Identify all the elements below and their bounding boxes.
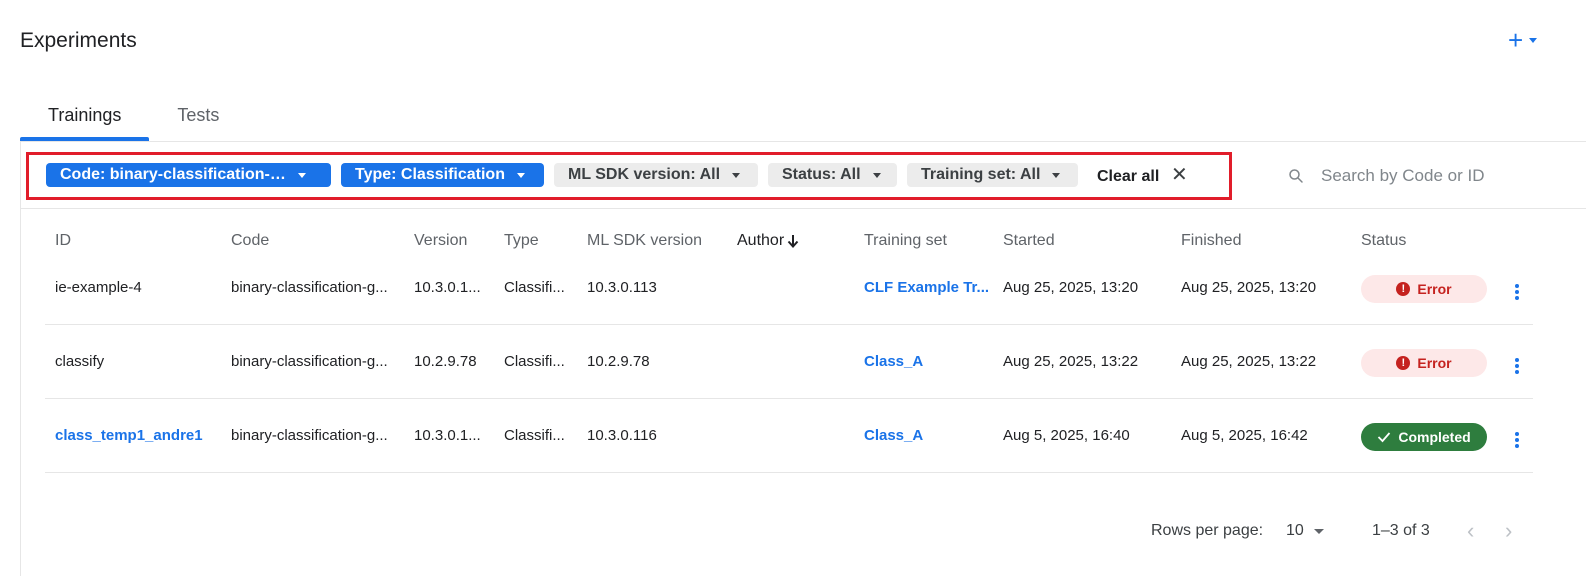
row-actions-menu-button[interactable] <box>1509 356 1525 376</box>
tab-tests[interactable]: Tests <box>149 100 247 141</box>
cell-started: Aug 25, 2025, 13:22 <box>1003 353 1139 370</box>
trainings-table: ID Code Version Type ML SDK version Auth… <box>45 209 1533 473</box>
search-input[interactable] <box>1321 166 1541 186</box>
search-box <box>1287 162 1567 190</box>
cell-finished: Aug 25, 2025, 13:20 <box>1181 279 1317 296</box>
plus-icon: + <box>1508 25 1524 55</box>
row-actions-menu-button[interactable] <box>1509 282 1525 302</box>
cell-code: binary-classification-g... <box>231 353 388 370</box>
cell-code: binary-classification-g... <box>231 427 388 444</box>
status-badge: ! Error <box>1361 349 1487 377</box>
status-badge-label: Error <box>1417 355 1452 371</box>
column-header-author-label: Author <box>737 232 785 249</box>
cell-type: Classifi... <box>504 427 565 444</box>
add-menu-button[interactable]: + <box>1508 26 1552 54</box>
pagination: Rows per page: 10 1–3 of 3 ‹ › <box>21 520 1586 546</box>
status-badge-label: Completed <box>1398 429 1471 445</box>
filter-chip-training-set[interactable]: Training set: All <box>907 163 1078 187</box>
cell-finished: Aug 5, 2025, 16:42 <box>1181 427 1308 444</box>
pagination-range: 1–3 of 3 <box>1372 522 1430 539</box>
check-icon <box>1378 432 1391 443</box>
filter-chip-label: Training set: All <box>921 166 1041 183</box>
caret-down-icon <box>516 172 525 178</box>
column-header-code[interactable]: Code <box>231 232 269 250</box>
caret-down-icon <box>1052 172 1061 178</box>
column-header-version[interactable]: Version <box>414 232 467 250</box>
filter-chip-code[interactable]: Code: binary-classification-… <box>46 163 331 187</box>
table-row[interactable]: ie-example-4 binary-classification-g... … <box>45 275 1533 325</box>
arrow-down-icon <box>787 235 799 248</box>
rows-per-page-value: 10 <box>1286 522 1304 539</box>
caret-down-icon <box>732 172 741 178</box>
cell-training-set-link[interactable]: Class_A <box>864 353 998 370</box>
filter-bar: Code: binary-classification-… Type: Clas… <box>21 142 1586 209</box>
cell-finished: Aug 25, 2025, 13:22 <box>1181 353 1317 370</box>
caret-down-icon <box>297 172 306 178</box>
clear-all-button[interactable]: Clear all <box>1097 168 1159 186</box>
column-header-started[interactable]: Started <box>1003 232 1055 250</box>
status-badge-label: Error <box>1417 281 1452 297</box>
cell-ml-sdk-version: 10.3.0.113 <box>587 279 657 296</box>
caret-down-icon <box>1313 528 1324 534</box>
caret-down-icon <box>1529 37 1538 43</box>
cell-version: 10.3.0.1... <box>414 279 481 296</box>
cell-version: 10.3.0.1... <box>414 427 481 444</box>
cell-training-set-link[interactable]: CLF Example Tr... <box>864 279 998 296</box>
column-header-id[interactable]: ID <box>55 232 71 250</box>
trainings-panel: Code: binary-classification-… Type: Clas… <box>20 141 1586 576</box>
error-icon: ! <box>1396 356 1411 370</box>
table-row[interactable]: classify binary-classification-g... 10.2… <box>45 325 1533 399</box>
cell-type: Classifi... <box>504 353 565 370</box>
filter-chip-label: Status: All <box>782 166 861 183</box>
filter-chip-ml-sdk-version[interactable]: ML SDK version: All <box>554 163 758 187</box>
filter-chip-type[interactable]: Type: Classification <box>341 163 544 187</box>
filter-chip-label: ML SDK version: All <box>568 166 721 183</box>
rows-per-page-label: Rows per page: <box>1151 522 1264 539</box>
cell-type: Classifi... <box>504 279 565 296</box>
cell-id: ie-example-4 <box>55 279 142 296</box>
filter-chip-status[interactable]: Status: All <box>768 163 897 187</box>
column-header-author[interactable]: Author <box>737 232 800 250</box>
row-actions-menu-button[interactable] <box>1509 430 1525 450</box>
column-header-status[interactable]: Status <box>1361 232 1406 250</box>
tab-bar: Trainings Tests <box>20 100 247 141</box>
cell-ml-sdk-version: 10.2.9.78 <box>587 353 650 370</box>
chevron-left-icon[interactable]: ‹ <box>1467 520 1474 542</box>
table-row[interactable]: class_temp1_andre1 binary-classification… <box>45 399 1533 473</box>
column-header-finished[interactable]: Finished <box>1181 232 1241 250</box>
tab-trainings[interactable]: Trainings <box>20 100 150 141</box>
error-icon: ! <box>1396 282 1411 296</box>
cell-id-link[interactable]: class_temp1_andre1 <box>55 427 225 444</box>
search-icon <box>1289 169 1303 183</box>
page-title: Experiments <box>20 29 137 52</box>
filter-chip-label: Type: Classification <box>355 166 505 183</box>
column-header-type[interactable]: Type <box>504 232 539 250</box>
cell-code: binary-classification-g... <box>231 279 388 296</box>
rows-per-page-select[interactable]: 10 <box>1286 522 1324 540</box>
column-header-training-set[interactable]: Training set <box>864 232 947 250</box>
cell-ml-sdk-version: 10.3.0.116 <box>587 427 657 444</box>
cell-started: Aug 5, 2025, 16:40 <box>1003 427 1130 444</box>
caret-down-icon <box>872 172 881 178</box>
cell-training-set-link[interactable]: Class_A <box>864 427 998 444</box>
status-badge: ! Error <box>1361 275 1487 303</box>
status-badge: Completed <box>1361 423 1487 451</box>
filter-chip-label: Code: binary-classification-… <box>60 166 286 183</box>
cell-id: classify <box>55 353 105 370</box>
column-header-ml-sdk-version[interactable]: ML SDK version <box>587 232 702 250</box>
close-icon[interactable]: ✕ <box>1171 162 1188 187</box>
chevron-right-icon[interactable]: › <box>1505 520 1512 542</box>
cell-started: Aug 25, 2025, 13:20 <box>1003 279 1139 296</box>
table-header: ID Code Version Type ML SDK version Auth… <box>45 209 1533 275</box>
cell-version: 10.2.9.78 <box>414 353 477 370</box>
